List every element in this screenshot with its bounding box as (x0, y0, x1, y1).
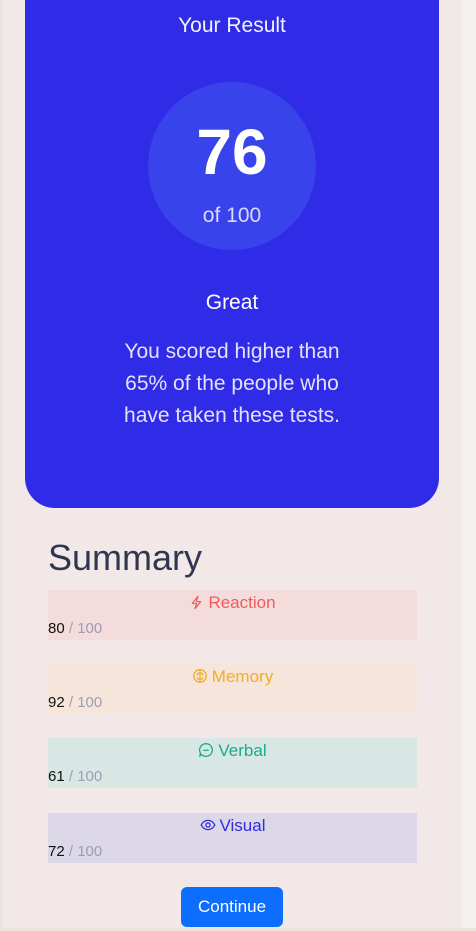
summary-item-score: 72 / 100 (48, 843, 102, 860)
summary-item-visual: Visual 72 / 100 (48, 813, 417, 863)
speech-bubble-icon (198, 741, 218, 760)
summary-item-header: Memory (48, 667, 417, 687)
continue-button[interactable]: Continue (181, 887, 283, 927)
summary-item-max: / 100 (64, 694, 103, 711)
brain-icon (192, 667, 212, 686)
summary-item-max: / 100 (64, 620, 103, 637)
summary-item-max: / 100 (64, 843, 103, 860)
result-grade: Great (205, 291, 259, 314)
score-of-label: of 100 (202, 204, 262, 227)
result-title: Your Result (178, 14, 286, 37)
score-circle: 76 of 100 (148, 82, 316, 250)
summary-item-memory: Memory 92 / 100 (48, 664, 417, 714)
summary-item-label: Verbal (218, 741, 267, 760)
summary-item-score: 80 / 100 (48, 620, 102, 637)
summary-item-header: Reaction (48, 593, 417, 613)
summary-item-verbal: Verbal 61 / 100 (48, 738, 417, 788)
summary-item-label: Memory (211, 667, 274, 686)
result-card: Your Result 76 of 100 Great You scored h… (25, 0, 439, 508)
summary-item-value: 92 (48, 694, 65, 711)
summary-item-header: Verbal (48, 741, 417, 761)
summary-item-score: 92 / 100 (48, 694, 102, 711)
summary-item-label: Visual (219, 816, 266, 835)
eye-icon (199, 816, 220, 835)
summary-item-score: 61 / 100 (48, 768, 102, 785)
summary-item-value: 72 (48, 843, 65, 860)
summary-item-value: 61 (48, 768, 65, 785)
summary-item-label: Reaction (208, 593, 276, 612)
summary-title: Summary (48, 537, 203, 578)
summary-item-header: Visual (48, 816, 417, 836)
summary-item-value: 80 (48, 620, 65, 637)
summary-item-max: / 100 (64, 768, 103, 785)
lightning-icon (189, 593, 208, 612)
result-description: You scored higher than 65% of the people… (124, 340, 340, 427)
score-value: 76 (196, 116, 268, 188)
scrollbar[interactable] (462, 0, 476, 928)
summary-item-reaction: Reaction 80 / 100 (48, 590, 417, 640)
